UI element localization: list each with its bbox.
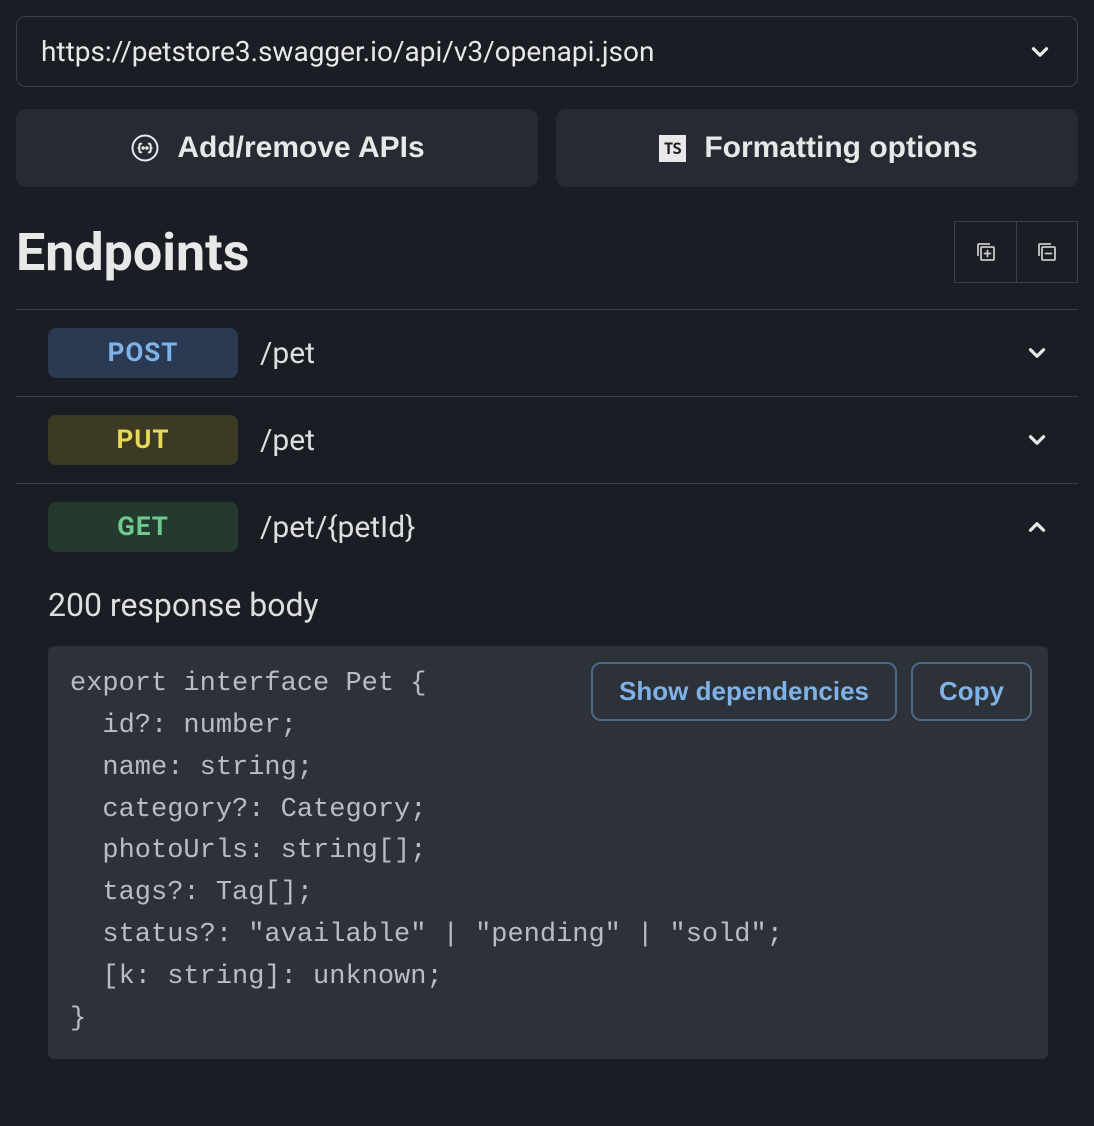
copy-button[interactable]: Copy xyxy=(911,662,1032,721)
toolbar: Add/remove APIs TS Formatting options xyxy=(16,109,1078,187)
formatting-options-label: Formatting options xyxy=(704,131,977,165)
expand-all-button[interactable] xyxy=(954,221,1016,283)
collapse-all-icon xyxy=(1035,240,1059,264)
endpoint-row[interactable]: PUT /pet xyxy=(16,396,1078,483)
response-title: 200 response body xyxy=(48,586,1048,624)
chevron-down-icon xyxy=(1024,340,1050,366)
chevron-down-icon xyxy=(1024,427,1050,453)
endpoint-path: /pet xyxy=(260,336,1002,371)
add-remove-apis-button[interactable]: Add/remove APIs xyxy=(16,109,538,187)
chevron-up-icon xyxy=(1024,514,1050,540)
response-section: 200 response body Show dependencies Copy… xyxy=(16,570,1078,1059)
api-url-value: https://petstore3.swagger.io/api/v3/open… xyxy=(41,35,654,68)
method-badge: POST xyxy=(48,328,238,378)
page-title: Endpoints xyxy=(16,222,250,283)
endpoint-row[interactable]: POST /pet xyxy=(16,309,1078,396)
endpoint-row[interactable]: GET /pet/{petId} xyxy=(16,483,1078,570)
api-braces-icon xyxy=(129,132,161,164)
add-remove-apis-label: Add/remove APIs xyxy=(177,131,424,165)
method-badge: PUT xyxy=(48,415,238,465)
show-dependencies-button[interactable]: Show dependencies xyxy=(591,662,897,721)
endpoints-header: Endpoints xyxy=(16,221,1078,283)
method-badge: GET xyxy=(48,502,238,552)
endpoint-path: /pet xyxy=(260,423,1002,458)
chevron-down-icon xyxy=(1027,39,1053,65)
expand-all-icon xyxy=(974,240,998,264)
formatting-options-button[interactable]: TS Formatting options xyxy=(556,109,1078,187)
code-block: Show dependencies Copy export interface … xyxy=(48,646,1048,1059)
endpoint-path: /pet/{petId} xyxy=(260,510,1002,545)
api-url-select[interactable]: https://petstore3.swagger.io/api/v3/open… xyxy=(16,16,1078,87)
typescript-icon: TS xyxy=(656,132,688,164)
collapse-all-button[interactable] xyxy=(1016,221,1078,283)
expand-collapse-group xyxy=(954,221,1078,283)
code-actions: Show dependencies Copy xyxy=(591,662,1032,721)
endpoint-list: POST /pet PUT /pet GET /pet/{petId} 200 … xyxy=(16,309,1078,1059)
